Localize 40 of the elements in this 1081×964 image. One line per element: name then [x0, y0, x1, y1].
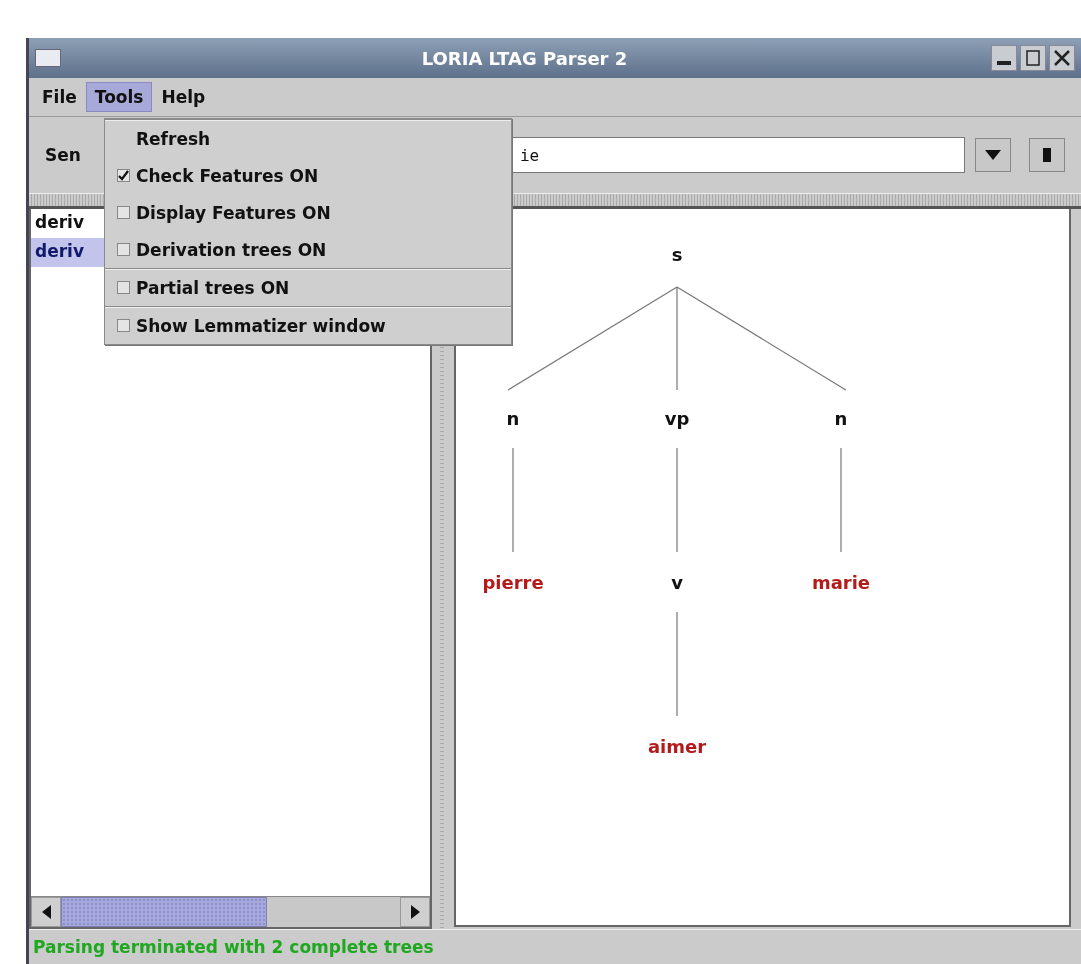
- minimize-button[interactable]: [991, 45, 1017, 71]
- menu-item[interactable]: Derivation trees ON: [136, 239, 327, 260]
- menu-item[interactable]: Show Lemmatizer window: [136, 315, 386, 336]
- node-label: n: [506, 407, 520, 429]
- node-label: n: [834, 407, 848, 429]
- window-icon[interactable]: [35, 49, 61, 67]
- checkbox[interactable]: [117, 319, 130, 332]
- tools-menu[interactable]: Refresh Check Features ON Display Features ON Derivation trees ON Partial trees ON Show Lemmatizer window: [104, 118, 512, 345]
- checkbox[interactable]: [117, 243, 130, 256]
- maximize-icon: [1025, 50, 1041, 66]
- right-arrow-icon[interactable]: [410, 905, 420, 919]
- stop-button[interactable]: [1029, 138, 1065, 172]
- node-label: v: [671, 571, 683, 593]
- menu-item[interactable]: Refresh: [136, 128, 211, 149]
- close-icon: [1054, 50, 1070, 66]
- status-message: Parsing terminated with 2 complete trees: [29, 929, 1081, 964]
- menu-item[interactable]: Display Features ON: [136, 202, 331, 223]
- caret-icon: [985, 150, 1001, 160]
- minimize-icon: [997, 61, 1011, 65]
- menu-item[interactable]: Check Features ON: [136, 165, 319, 186]
- dropdown-button[interactable]: [975, 138, 1011, 172]
- window-title: LORIA LTAG Parser 2: [420, 47, 629, 69]
- menu[interactable]: Help: [152, 82, 215, 112]
- stop-icon: [1043, 148, 1051, 162]
- menu[interactable]: File: [33, 82, 86, 112]
- node-label: vp: [664, 407, 690, 429]
- horizontal-scrollbar[interactable]: [31, 896, 430, 927]
- checkbox[interactable]: [117, 206, 130, 219]
- menu[interactable]: Tools: [85, 82, 153, 112]
- word-label: aimer: [647, 735, 707, 757]
- sentence-label: Sen: [45, 145, 81, 165]
- word-label: pierre: [482, 571, 544, 593]
- menu-item[interactable]: Partial trees ON: [136, 277, 290, 298]
- close-button[interactable]: [1049, 45, 1075, 71]
- left-arrow-icon[interactable]: [41, 905, 51, 919]
- node-label: s: [671, 243, 683, 265]
- checkbox[interactable]: [117, 281, 130, 294]
- maximize-button[interactable]: [1020, 45, 1046, 71]
- word-label: marie: [811, 571, 871, 593]
- checkbox[interactable]: [117, 169, 130, 182]
